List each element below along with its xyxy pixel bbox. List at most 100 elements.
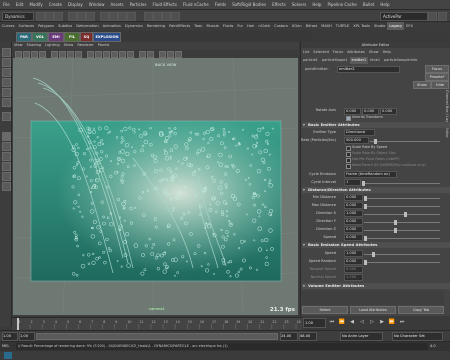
- menu-fields[interactable]: Fields: [212, 0, 229, 9]
- ae-menu-focus[interactable]: Focus: [331, 50, 345, 54]
- ae-spread-slider[interactable]: [364, 236, 440, 241]
- film-gate-icon[interactable]: [59, 51, 66, 58]
- ae-max-distance-slider[interactable]: [364, 204, 440, 209]
- ae-speed-slider[interactable]: [364, 252, 440, 257]
- ae-emitter-type-dropdown[interactable]: Directional: [344, 129, 375, 136]
- panel-menu-lighting[interactable]: Lighting: [43, 42, 62, 49]
- shelf-tab[interactable]: MASH: [319, 22, 334, 30]
- textured-icon[interactable]: [111, 51, 118, 58]
- menu-bullet[interactable]: Bullet: [360, 0, 378, 9]
- paint-select-icon[interactable]: [2, 68, 11, 77]
- menu-effects[interactable]: Effects: [269, 0, 289, 9]
- step-forward-icon[interactable]: ▶: [377, 318, 387, 327]
- shelf-tab[interactable]: PaintEffects: [167, 22, 192, 30]
- slider-handle[interactable]: [364, 260, 367, 265]
- playback-end-field[interactable]: 24.00: [280, 332, 298, 341]
- select-hierarchy-icon[interactable]: [68, 12, 77, 21]
- shelf-par-icon[interactable]: PAR: [16, 32, 32, 42]
- ae-tangent-speed-field[interactable]: 0.000: [344, 266, 363, 273]
- render-frame-icon[interactable]: [153, 12, 162, 21]
- script-editor-icon[interactable]: [4, 352, 12, 359]
- layout-hypershade-icon[interactable]: [2, 182, 11, 191]
- ae-cycle-interval-slider[interactable]: [362, 181, 440, 186]
- isolate-icon[interactable]: [147, 51, 154, 58]
- ae-speed-random-field[interactable]: 0.000: [344, 258, 363, 265]
- menu-fluid-ncache[interactable]: Fluid nCache: [180, 0, 212, 9]
- mode-field[interactable]: ActivePar: [380, 12, 428, 21]
- lasso-tool-icon[interactable]: [2, 58, 11, 67]
- ae-direction-x-field[interactable]: 1.000: [344, 210, 363, 217]
- ae-load-attributes-button[interactable]: Load Attributes: [350, 306, 396, 314]
- shelf-tab[interactable]: Surfaces: [16, 22, 36, 30]
- ae-direction-y-field[interactable]: 0.000: [344, 218, 363, 225]
- ae-direction-z-field[interactable]: 0.000: [344, 226, 363, 233]
- panel-menu-panels[interactable]: Panels: [96, 42, 112, 49]
- menu-create[interactable]: Create: [46, 0, 65, 9]
- shelf-vol-icon[interactable]: VOL: [32, 32, 48, 42]
- 3d-viewport[interactable]: BACK VIEW 21.3 fps camera1: [13, 58, 298, 315]
- shelf-explosion-icon[interactable]: EXPLOSION: [93, 32, 121, 42]
- step-forward-key-icon[interactable]: ⏩: [387, 318, 397, 327]
- play-forward-icon[interactable]: ▷: [367, 318, 377, 327]
- slider-handle[interactable]: [364, 204, 367, 209]
- shelf-tab[interactable]: Dynamics: [123, 22, 145, 30]
- panel-menu-show[interactable]: Show: [62, 42, 76, 49]
- shelf-tab[interactable]: Curves: [0, 22, 16, 30]
- shelf-emi-icon[interactable]: EMI: [48, 32, 64, 42]
- character-set-dropdown[interactable]: No Character Set: [392, 332, 443, 341]
- safe-action-icon[interactable]: [75, 51, 82, 58]
- ae-side-tab-channel[interactable]: Channel Box / Layer Editor: [445, 90, 449, 138]
- panel-menu-view[interactable]: View: [12, 42, 25, 49]
- shelf-tab[interactable]: Rendering: [145, 22, 167, 30]
- shelf-tab[interactable]: TURTLE: [334, 22, 352, 30]
- slider-handle[interactable]: [364, 236, 367, 241]
- ae-max-distance-field[interactable]: 0.000: [344, 202, 363, 209]
- ae-section-basic[interactable]: Basic Emitter Attributes: [302, 122, 450, 128]
- ae-cycle-emission-dropdown[interactable]: Frame (timeRandom on): [344, 171, 397, 178]
- command-result-field[interactable]: // Result: Percentage of rendering done:…: [16, 343, 428, 350]
- xray-icon[interactable]: [139, 51, 146, 58]
- menu-solvers[interactable]: Solvers: [289, 0, 310, 9]
- rotate-tool-icon[interactable]: [2, 88, 11, 97]
- shelf-tab[interactable]: Fur: [235, 22, 245, 30]
- wireframe-on-shaded-icon[interactable]: [103, 51, 110, 58]
- history-icon[interactable]: [144, 12, 153, 21]
- ao-icon[interactable]: [159, 51, 166, 58]
- ae-copy-tab-button[interactable]: Copy Tab: [398, 306, 444, 314]
- time-slider[interactable]: 1 2 3 4 5 6 7 8 9 10 11 12 13 14 15 16 17 18 19 20 21 22 23 24: [12, 317, 302, 330]
- shelf-tab[interactable]: Muscle: [204, 22, 220, 30]
- ae-menu-selected[interactable]: Selected: [311, 50, 331, 54]
- ae-hide-button[interactable]: Hide: [431, 81, 449, 89]
- go-to-start-icon[interactable]: ⏮: [327, 318, 337, 327]
- menu-soft-rigid[interactable]: Soft/Rigid Bodies: [229, 0, 269, 9]
- slider-handle[interactable]: [404, 212, 407, 217]
- menu-window[interactable]: Window: [86, 0, 108, 9]
- slider-handle[interactable]: [364, 196, 367, 201]
- ae-rotate-axis-z[interactable]: 0.000: [380, 108, 397, 115]
- ae-section-volume[interactable]: Volume Emitter Attributes: [302, 283, 450, 289]
- ae-node-tab-active[interactable]: emitter1: [349, 57, 369, 64]
- scale-tool-icon[interactable]: [2, 98, 11, 107]
- ae-direction-y-slider[interactable]: [364, 220, 440, 225]
- ae-presets-button[interactable]: Presets*: [425, 73, 449, 81]
- ae-menu-attributes[interactable]: Attributes: [345, 50, 367, 54]
- aa-icon[interactable]: [175, 51, 182, 58]
- move-tool-icon[interactable]: [2, 78, 11, 87]
- select-object-icon[interactable]: [77, 12, 86, 21]
- play-backward-icon[interactable]: ◁: [357, 318, 367, 327]
- layout-single-icon[interactable]: [2, 132, 11, 141]
- lights-icon[interactable]: [119, 51, 126, 58]
- wireframe-icon[interactable]: [87, 51, 94, 58]
- slider-handle[interactable]: [394, 220, 397, 225]
- image-plane-icon[interactable]: [39, 51, 46, 58]
- shelf-tab[interactable]: Studio: [372, 22, 387, 30]
- menu-file[interactable]: File: [0, 0, 13, 9]
- toggle-channel-box-icon[interactable]: [438, 12, 447, 21]
- menu-fluid-effects[interactable]: Fluid Effects: [149, 0, 179, 9]
- ae-rotate-axis-x[interactable]: 0.000: [344, 108, 361, 115]
- ae-node-tab[interactable]: particle1: [301, 57, 320, 64]
- select-component-icon[interactable]: [86, 12, 95, 21]
- layout-outliner-icon[interactable]: [2, 162, 11, 171]
- anim-start-field[interactable]: 1.00: [2, 332, 18, 341]
- command-language[interactable]: MEL: [2, 343, 14, 350]
